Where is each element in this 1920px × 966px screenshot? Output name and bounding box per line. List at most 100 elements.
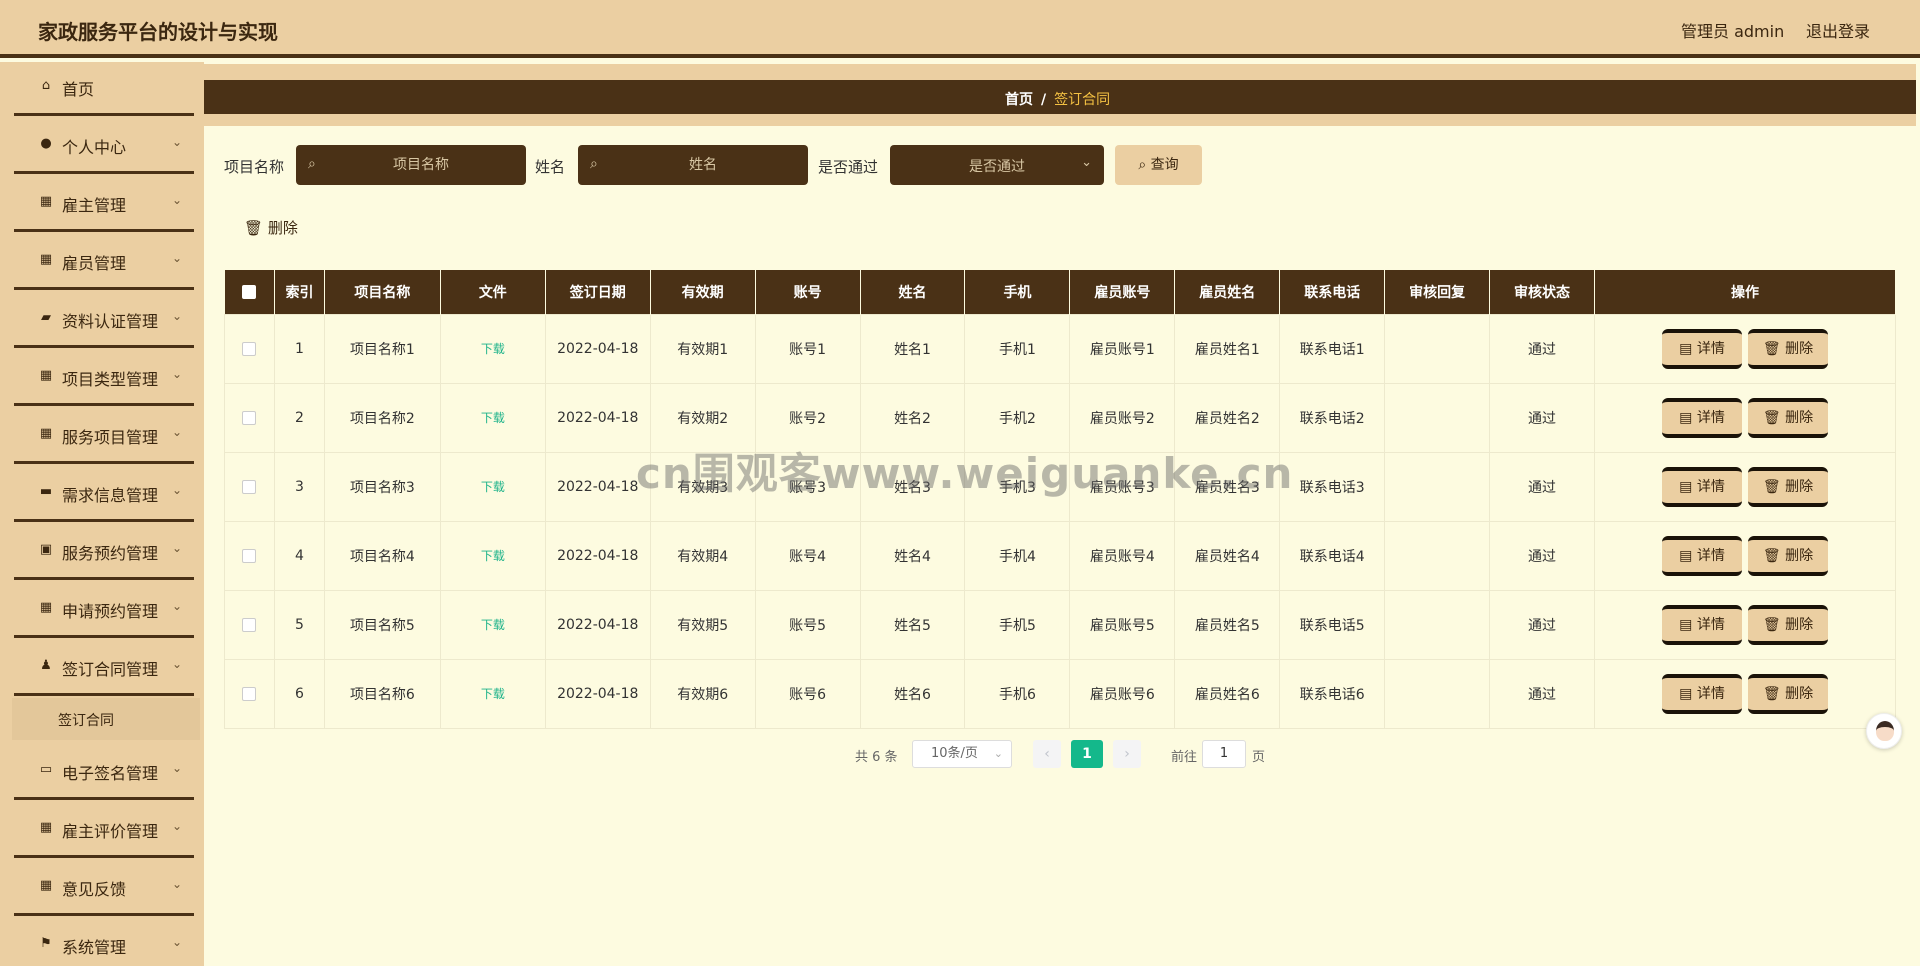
- detail-button[interactable]: ▤ 详情: [1662, 397, 1742, 438]
- sidebar-menu-item[interactable]: ▦ 项目类型管理 ⌄: [0, 348, 204, 406]
- sidebar-item-home[interactable]: ⌂ 首页: [0, 62, 204, 116]
- download-link[interactable]: 下载: [481, 549, 505, 563]
- page-number-current[interactable]: 1: [1071, 740, 1103, 768]
- cell-emp-name: 雇员姓名1: [1174, 313, 1281, 384]
- delete-button[interactable]: 🗑 删除: [1748, 397, 1828, 438]
- cell-emp-account: 雇员账号5: [1069, 589, 1176, 660]
- delete-button[interactable]: 🗑 删除: [1748, 604, 1828, 645]
- cell-name: 姓名2: [859, 382, 966, 453]
- sidebar-menu-item[interactable]: ♟ 签订合同管理 ⌄: [0, 638, 204, 696]
- sidebar-subitem-contract[interactable]: 签订合同: [0, 696, 204, 742]
- download-link[interactable]: 下载: [481, 342, 505, 356]
- table-header-cell: 雇员姓名: [1174, 270, 1281, 314]
- sidebar-menu-item[interactable]: ● 个人中心 ⌄: [0, 116, 204, 174]
- row-checkbox[interactable]: [242, 617, 257, 632]
- cell-phone: 手机1: [964, 313, 1071, 384]
- sidebar-menu-item[interactable]: ▰ 资料认证管理 ⌄: [0, 290, 204, 348]
- sidebar-menu-item[interactable]: ▭ 电子签名管理 ⌄: [0, 742, 204, 800]
- sidebar-menu-item[interactable]: ▣ 服务预约管理 ⌄: [0, 522, 204, 580]
- cell-emp-name: 雇员姓名6: [1174, 658, 1281, 729]
- sidebar-item-label: 资料认证管理: [62, 312, 159, 331]
- chevron-down-icon: ⌄: [172, 367, 183, 381]
- row-checkbox[interactable]: [242, 341, 257, 356]
- sidebar-menu-item[interactable]: ▦ 申请预约管理 ⌄: [0, 580, 204, 638]
- person-name-input[interactable]: [608, 145, 798, 185]
- sidebar-menu-item[interactable]: ▦ 雇主评价管理 ⌄: [0, 800, 204, 858]
- cell-contact: 联系电话4: [1279, 520, 1386, 591]
- detail-button[interactable]: ▤ 详情: [1662, 328, 1742, 369]
- sidebar-item-label: 签订合同管理: [62, 660, 159, 679]
- sidebar-menu-item[interactable]: ▦ 意见反馈 ⌄: [0, 858, 204, 916]
- sidebar-menu-item[interactable]: ▬ 需求信息管理 ⌄: [0, 464, 204, 522]
- chevron-down-icon: ⌄: [172, 135, 183, 149]
- assistant-avatar[interactable]: [1866, 713, 1902, 749]
- download-link[interactable]: 下载: [481, 618, 505, 632]
- delete-button[interactable]: 🗑 删除: [1748, 466, 1828, 507]
- search-icon: ⌕: [308, 156, 316, 172]
- actions-cell: ▤ 详情 🗑 删除: [1594, 658, 1896, 729]
- project-name-input[interactable]: [326, 145, 516, 185]
- cell-reply: [1384, 382, 1491, 453]
- detail-button[interactable]: ▤ 详情: [1662, 466, 1742, 507]
- actions-cell: ▤ 详情 🗑 删除: [1594, 589, 1896, 660]
- table-header-cell: 审核回复: [1384, 270, 1491, 314]
- prev-page-button[interactable]: ‹: [1033, 740, 1061, 768]
- cell-reply: [1384, 658, 1491, 729]
- sidebar-menu-item[interactable]: ▦ 雇员管理 ⌄: [0, 232, 204, 290]
- sidebar: ⌂ 首页 ● 个人中心 ⌄ ▦ 雇主管理 ⌄ ▦ 雇员管理 ⌄ ▰ 资料认证管理 ⌄ ▦ 项目类型管理 ⌄ ▦…: [0, 62, 204, 966]
- chevron-down-icon: ⌄: [172, 425, 183, 439]
- sidebar-menu-item[interactable]: ⚑ 系统管理 ⌄: [0, 916, 204, 966]
- sidebar-item-label: 首页: [62, 80, 95, 99]
- detail-button[interactable]: ▤ 详情: [1662, 673, 1742, 714]
- goto-page-input[interactable]: 1: [1202, 740, 1246, 768]
- detail-button-label: 详情: [1696, 685, 1725, 702]
- project-name-label: 项目名称: [224, 158, 285, 176]
- row-checkbox[interactable]: [242, 548, 257, 563]
- download-link[interactable]: 下载: [481, 687, 505, 701]
- delete-button[interactable]: 🗑 删除: [1748, 535, 1828, 576]
- detail-button-label: 详情: [1696, 547, 1725, 564]
- document-icon: ▤: [1679, 685, 1697, 702]
- briefcase-icon: ▰: [41, 310, 51, 325]
- cell-status: 通过: [1489, 382, 1596, 453]
- pass-filter-label: 是否通过: [818, 158, 879, 176]
- download-link[interactable]: 下载: [481, 411, 505, 425]
- sidebar-menu-item[interactable]: ▦ 雇主管理 ⌄: [0, 174, 204, 232]
- trash-icon: 🗑: [1762, 685, 1786, 702]
- cell-emp-name: 雇员姓名3: [1174, 451, 1281, 522]
- row-checkbox[interactable]: [242, 410, 257, 425]
- pass-filter-select[interactable]: 是否通过 ⌄: [890, 145, 1104, 185]
- cell-emp-name: 雇员姓名2: [1174, 382, 1281, 453]
- batch-delete-button[interactable]: 🗑 删除: [244, 217, 298, 238]
- chevron-down-icon: ⌄: [172, 483, 183, 497]
- select-all-checkbox[interactable]: [242, 284, 257, 299]
- delete-button-label: 删除: [1785, 547, 1814, 564]
- cell-index: 4: [273, 520, 325, 591]
- cell-reply: [1384, 520, 1491, 591]
- cell-project: 项目名称6: [323, 658, 441, 729]
- cell-reply: [1384, 313, 1491, 384]
- breadcrumb-home[interactable]: 首页: [1005, 92, 1033, 108]
- cell-date: 2022-04-18: [544, 382, 651, 453]
- page-size-select[interactable]: 10条/页 ⌄: [912, 740, 1012, 768]
- row-checkbox[interactable]: [242, 686, 257, 701]
- detail-button[interactable]: ▤ 详情: [1662, 535, 1742, 576]
- file-cell: 下载: [439, 589, 546, 660]
- cell-status: 通过: [1489, 451, 1596, 522]
- query-button[interactable]: ⌕ 查询: [1115, 145, 1202, 185]
- chevron-down-icon: ⌄: [172, 761, 183, 775]
- trash-icon: 🗑: [244, 219, 264, 237]
- chat-icon: ▭: [39, 762, 53, 777]
- cell-phone: 手机5: [964, 589, 1071, 660]
- row-select-cell: [224, 658, 275, 729]
- detail-button[interactable]: ▤ 详情: [1662, 604, 1742, 645]
- logout-link[interactable]: 退出登录: [1806, 18, 1870, 42]
- sidebar-menu-item[interactable]: ▦ 服务项目管理 ⌄: [0, 406, 204, 464]
- delete-button[interactable]: 🗑 删除: [1748, 328, 1828, 369]
- next-page-button[interactable]: ›: [1113, 740, 1141, 768]
- row-checkbox[interactable]: [242, 479, 257, 494]
- cell-date: 2022-04-18: [544, 313, 651, 384]
- delete-button[interactable]: 🗑 删除: [1748, 673, 1828, 714]
- table-header-cell: 操作: [1594, 270, 1896, 314]
- download-link[interactable]: 下载: [481, 480, 505, 494]
